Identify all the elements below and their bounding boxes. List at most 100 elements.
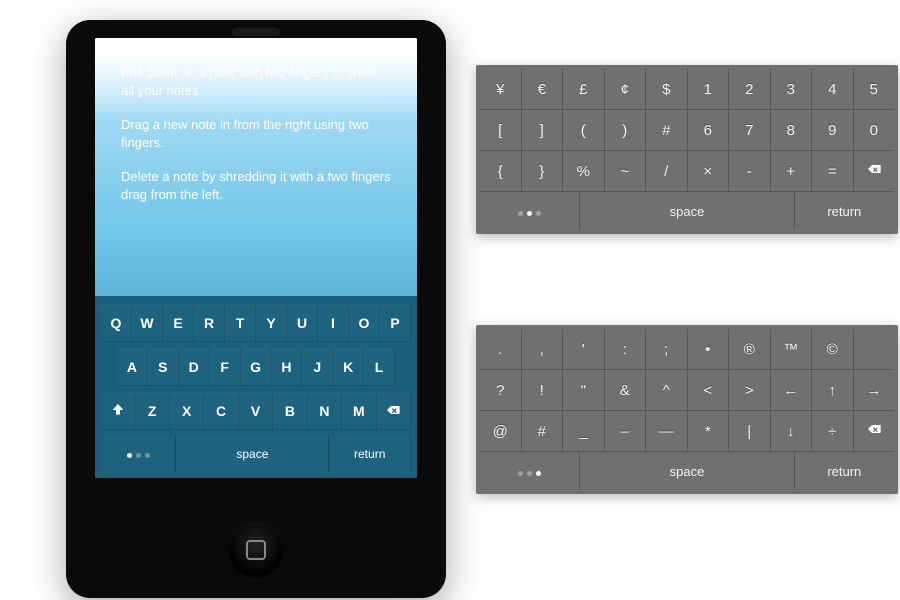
keyboard-page-indicator[interactable] <box>480 192 579 230</box>
letter-key-s[interactable]: S <box>148 348 179 386</box>
symbol-key[interactable]: ↑ <box>811 370 853 410</box>
letter-key-d[interactable]: D <box>179 348 210 386</box>
letter-key-k[interactable]: K <box>333 348 364 386</box>
symbol-key[interactable]: # <box>645 110 687 150</box>
symbol-key[interactable]: ; <box>645 329 687 369</box>
symbol-key[interactable]: ' <box>562 329 604 369</box>
symbol-key[interactable]: 5 <box>853 69 895 109</box>
symbol-key[interactable]: ¥ <box>480 69 521 109</box>
symbol-key[interactable]: : <box>604 329 646 369</box>
symbol-key[interactable]: € <box>521 69 563 109</box>
letter-key-h[interactable]: H <box>271 348 302 386</box>
return-key[interactable]: return <box>329 436 411 472</box>
letter-key-m[interactable]: M <box>342 392 376 430</box>
symbol-key[interactable]: $ <box>645 69 687 109</box>
symbol-key[interactable]: @ <box>480 411 521 451</box>
symbol-key[interactable]: { <box>480 151 521 191</box>
symbol-key[interactable]: # <box>521 411 563 451</box>
letter-key-y[interactable]: Y <box>256 304 287 342</box>
letter-key-w[interactable]: W <box>132 304 163 342</box>
symbol-key[interactable]: % <box>562 151 604 191</box>
symbol-key[interactable]: ! <box>521 370 563 410</box>
letter-key-n[interactable]: N <box>308 392 342 430</box>
symbol-key[interactable]: ? <box>480 370 521 410</box>
symbol-key[interactable]: ← <box>770 370 812 410</box>
letter-key-f[interactable]: F <box>210 348 241 386</box>
letter-key-x[interactable]: X <box>170 392 204 430</box>
symbol-key[interactable]: ÷ <box>811 411 853 451</box>
letter-key-r[interactable]: R <box>194 304 225 342</box>
letter-key-o[interactable]: O <box>349 304 380 342</box>
home-button[interactable] <box>228 522 284 578</box>
symbol-key[interactable]: 3 <box>770 69 812 109</box>
shift-key[interactable] <box>101 392 135 430</box>
letter-key-v[interactable]: V <box>239 392 273 430</box>
symbol-key[interactable]: + <box>770 151 812 191</box>
symbol-key[interactable]: ↓ <box>770 411 812 451</box>
symbol-key[interactable]: 8 <box>770 110 812 150</box>
symbol-key[interactable]: | <box>728 411 770 451</box>
symbol-key[interactable]: [ <box>480 110 521 150</box>
letter-key-g[interactable]: G <box>241 348 272 386</box>
symbol-key[interactable]: ™ <box>770 329 812 369</box>
backspace-icon <box>866 161 882 181</box>
symbol-key[interactable]: © <box>811 329 853 369</box>
letter-key-c[interactable]: C <box>204 392 238 430</box>
delete-key[interactable] <box>853 411 895 451</box>
return-key[interactable]: return <box>794 192 894 230</box>
letter-key-u[interactable]: U <box>287 304 318 342</box>
letter-key-t[interactable]: T <box>225 304 256 342</box>
symbol-key[interactable]: } <box>521 151 563 191</box>
symbol-key[interactable]: ) <box>604 110 646 150</box>
symbol-key[interactable]: • <box>687 329 729 369</box>
return-key[interactable]: return <box>794 452 894 490</box>
symbol-key[interactable]: – <box>604 411 646 451</box>
letter-key-i[interactable]: I <box>318 304 349 342</box>
keyboard-page-indicator[interactable] <box>101 436 176 472</box>
apple-key[interactable] <box>853 329 895 369</box>
symbol-key[interactable]: & <box>604 370 646 410</box>
letter-key-z[interactable]: Z <box>135 392 169 430</box>
keyboard-page-indicator[interactable] <box>480 452 579 490</box>
symbol-key[interactable]: £ <box>562 69 604 109</box>
symbol-key[interactable]: . <box>480 329 521 369</box>
letter-key-e[interactable]: E <box>163 304 194 342</box>
symbol-key[interactable]: ] <box>521 110 563 150</box>
shift-icon <box>110 402 126 421</box>
symbol-key[interactable]: " <box>562 370 604 410</box>
symbol-key[interactable]: 9 <box>811 110 853 150</box>
letter-key-b[interactable]: B <box>273 392 307 430</box>
symbol-key[interactable]: - <box>728 151 770 191</box>
symbol-key[interactable]: , <box>521 329 563 369</box>
symbol-key[interactable]: ¢ <box>604 69 646 109</box>
symbol-key[interactable]: 7 <box>728 110 770 150</box>
delete-key[interactable] <box>853 151 895 191</box>
symbol-key[interactable]: 0 <box>853 110 895 150</box>
space-key[interactable]: space <box>579 192 793 230</box>
symbol-key[interactable]: 4 <box>811 69 853 109</box>
symbol-key[interactable]: → <box>853 370 895 410</box>
symbol-key[interactable]: ^ <box>645 370 687 410</box>
symbol-key[interactable]: > <box>728 370 770 410</box>
letter-key-j[interactable]: J <box>302 348 333 386</box>
space-key[interactable]: space <box>176 436 329 472</box>
symbol-key[interactable]: ( <box>562 110 604 150</box>
symbol-key[interactable]: = <box>811 151 853 191</box>
letter-key-l[interactable]: L <box>364 348 395 386</box>
space-key[interactable]: space <box>579 452 793 490</box>
symbol-key[interactable]: — <box>645 411 687 451</box>
symbol-key[interactable]: / <box>645 151 687 191</box>
symbol-key[interactable]: 6 <box>687 110 729 150</box>
symbol-key[interactable]: × <box>687 151 729 191</box>
symbol-key[interactable]: ~ <box>604 151 646 191</box>
symbol-key[interactable]: < <box>687 370 729 410</box>
symbol-key[interactable]: 2 <box>728 69 770 109</box>
symbol-key[interactable]: _ <box>562 411 604 451</box>
letter-key-a[interactable]: A <box>117 348 148 386</box>
symbol-key[interactable]: 1 <box>687 69 729 109</box>
symbol-key[interactable]: * <box>687 411 729 451</box>
delete-key[interactable] <box>377 392 411 430</box>
letter-key-q[interactable]: Q <box>101 304 132 342</box>
letter-key-p[interactable]: P <box>380 304 411 342</box>
symbol-key[interactable]: ® <box>728 329 770 369</box>
